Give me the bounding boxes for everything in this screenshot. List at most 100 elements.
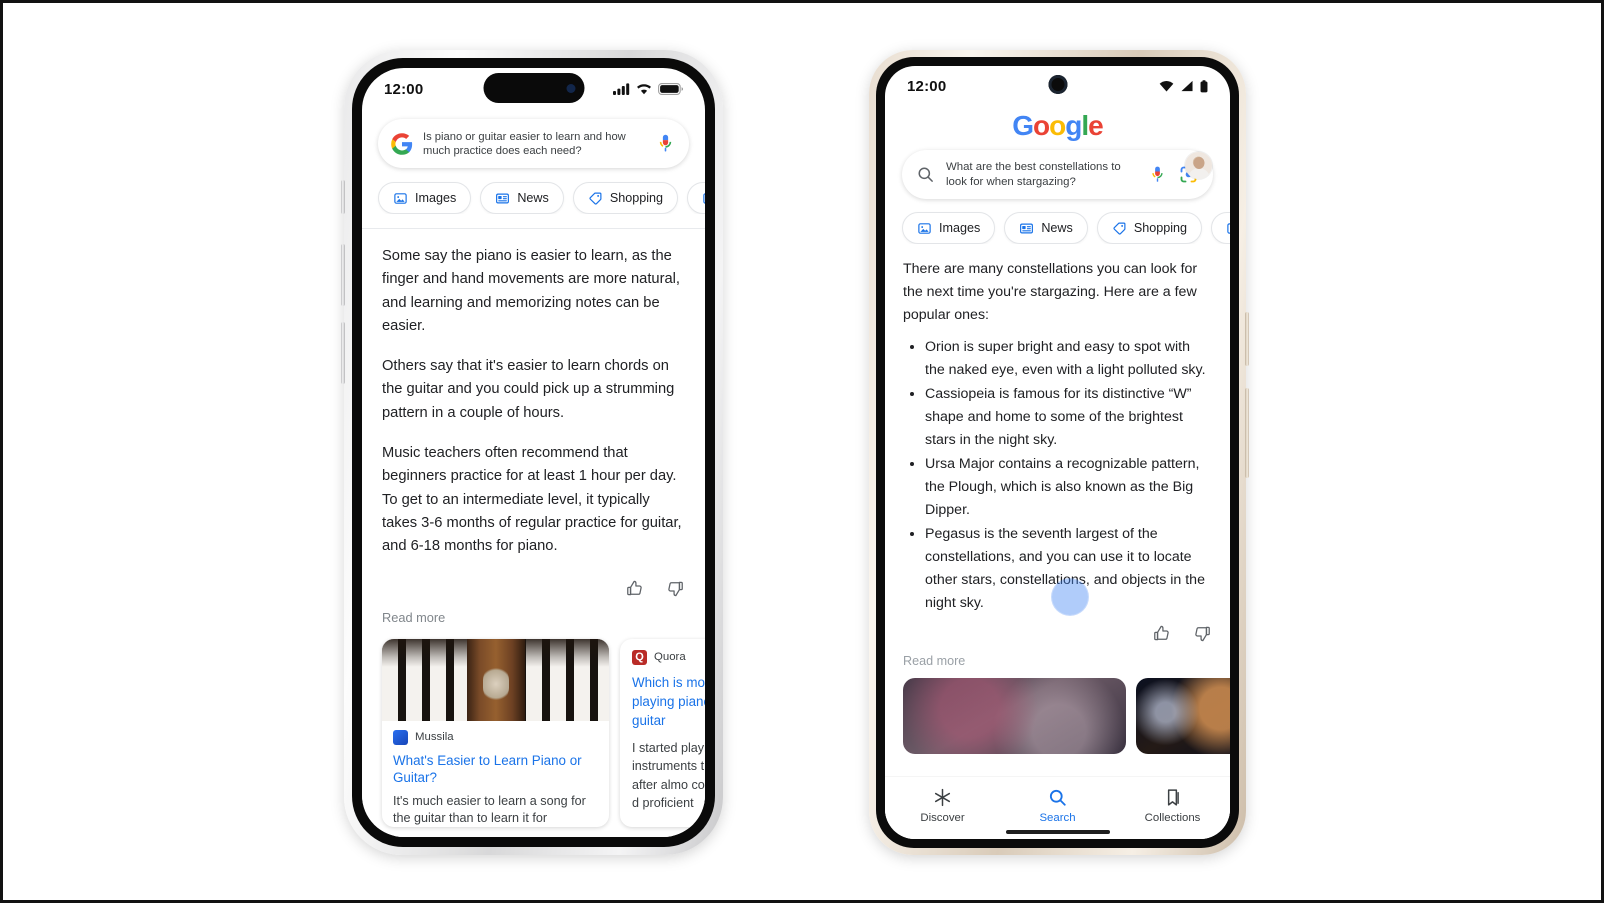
nav-item-discover[interactable]: Discover <box>895 787 991 824</box>
chip-shopping[interactable]: Shopping <box>1096 212 1203 244</box>
iphone-bezel: 12:00 Is piano or guitar easier to learn… <box>352 58 715 847</box>
read-more-link[interactable]: Read more <box>362 598 705 625</box>
thumbs-up-icon[interactable] <box>625 579 644 598</box>
pixel-volume-button[interactable] <box>1245 388 1249 478</box>
google-g-icon <box>391 132 413 155</box>
list-item: Cassiopeia is famous for its distinctive… <box>925 383 1212 452</box>
status-icons <box>1159 79 1208 93</box>
microphone-icon[interactable] <box>1148 165 1167 184</box>
feedback-row[interactable] <box>885 616 1230 643</box>
chip-label: Images <box>415 191 457 205</box>
iphone-volume-up-button[interactable] <box>341 244 345 306</box>
thumbs-down-icon[interactable] <box>666 579 685 598</box>
chip-news[interactable]: News <box>480 182 564 214</box>
feedback-row[interactable] <box>362 576 705 598</box>
card-snippet: It's much easier to learn a song for the… <box>393 793 586 825</box>
card-title[interactable]: Which is more playing piano playing guit… <box>632 665 705 730</box>
card-source-row: Mussila <box>382 721 609 745</box>
quora-favicon: Q <box>632 649 647 665</box>
answer-intro: There are many constellations you can lo… <box>903 261 1198 323</box>
front-camera-icon <box>566 83 575 93</box>
nav-label: Discover <box>920 812 965 824</box>
iphone-app-content: Is piano or guitar easier to learn and h… <box>362 110 705 837</box>
search-bar[interactable]: Is piano or guitar easier to learn and h… <box>378 119 689 168</box>
chip-images[interactable]: Images <box>902 212 996 244</box>
nav-item-search[interactable]: Search <box>1010 787 1106 824</box>
card-snippet: I started playin instruments th now, aft… <box>632 740 705 811</box>
filter-chips-row[interactable]: Images News Shopping <box>885 199 1230 244</box>
logo-letter: e <box>1088 110 1104 141</box>
nav-item-collections[interactable]: Collections <box>1125 787 1221 824</box>
pixel-status-bar: 12:00 <box>885 66 1230 106</box>
result-cards-row <box>885 668 1230 754</box>
chip-label: News <box>517 191 549 205</box>
nav-label: Collections <box>1144 812 1201 824</box>
result-card-quora[interactable]: Q Quora Which is more playing piano play… <box>620 638 705 827</box>
answer-paragraph: Some say the piano is easier to learn, a… <box>382 248 680 334</box>
iphone-status-bar: 12:00 <box>362 68 705 110</box>
cellular-signal-icon <box>1181 80 1193 92</box>
card-source-row: Q Quora <box>632 649 705 665</box>
iphone-silent-switch[interactable] <box>341 180 345 214</box>
google-wordmark: Google <box>885 106 1230 142</box>
guitar-neck-image <box>466 638 525 721</box>
battery-icon <box>658 83 683 95</box>
nav-label: Search <box>1039 812 1076 824</box>
status-icons <box>613 83 683 95</box>
video-icon <box>703 192 705 204</box>
tag-icon <box>589 192 602 205</box>
card-source-name: Mussila <box>415 731 454 744</box>
chip-shopping[interactable]: Shopping <box>572 182 679 214</box>
bookmark-icon <box>1167 789 1179 806</box>
iphone-screen: 12:00 Is piano or guitar easier to learn… <box>362 68 705 837</box>
list-item: Ursa Major contains a recognizable patte… <box>925 453 1212 522</box>
asterisk-icon <box>934 788 951 807</box>
chip-images[interactable]: Images <box>378 182 472 214</box>
chip-label: Shopping <box>609 191 664 205</box>
cellular-signal-icon <box>613 83 630 95</box>
chip-label: Shopping <box>1133 221 1188 235</box>
status-time: 12:00 <box>907 77 947 95</box>
microphone-icon[interactable] <box>655 133 676 154</box>
pixel-screen: 12:00 Google What are the best constella… <box>885 66 1230 839</box>
card-title[interactable]: What's Easier to Learn Piano or Guitar? <box>382 745 609 787</box>
result-card-nebula[interactable] <box>1136 678 1230 754</box>
chip-videos[interactable]: Vide <box>1211 212 1230 244</box>
mussila-favicon <box>393 729 408 745</box>
account-avatar[interactable] <box>1185 152 1212 179</box>
answer-paragraph: Music teachers often recommend that begi… <box>382 445 682 555</box>
news-icon <box>496 193 510 203</box>
video-icon <box>1227 222 1230 234</box>
chip-label: Images <box>939 221 981 235</box>
iphone-volume-down-button[interactable] <box>341 322 345 384</box>
search-query-text: Is piano or guitar easier to learn and h… <box>423 130 626 157</box>
thumbs-up-icon[interactable] <box>1152 624 1171 643</box>
result-cards-row: Mussila What's Easier to Learn Piano or … <box>362 625 705 827</box>
card-thumbnail <box>382 638 609 721</box>
iphone-device: 12:00 Is piano or guitar easier to learn… <box>341 50 723 855</box>
logo-letter: G <box>1012 110 1034 141</box>
logo-letter: o <box>1033 110 1050 141</box>
chip-news[interactable]: News <box>1004 212 1088 244</box>
phones-stage: 12:00 Is piano or guitar easier to learn… <box>3 3 1601 900</box>
filter-chips-row[interactable]: Images News Shopping <box>362 168 705 214</box>
screenshot-frame: 12:00 Is piano or guitar easier to learn… <box>0 0 1604 903</box>
card-source-name: Quora <box>654 651 686 664</box>
read-more-link[interactable]: Read more <box>885 643 1230 668</box>
result-card-mussila[interactable]: Mussila What's Easier to Learn Piano or … <box>382 638 609 827</box>
search-icon <box>1049 789 1066 806</box>
chip-videos[interactable]: Vide <box>687 182 705 214</box>
pixel-app-content: Google What are the best constellations … <box>885 106 1230 839</box>
logo-letter: o <box>1049 110 1066 141</box>
front-camera-icon <box>1048 75 1067 94</box>
news-icon <box>1020 223 1034 233</box>
wifi-icon <box>1159 81 1174 92</box>
gesture-home-bar[interactable] <box>1005 830 1110 834</box>
search-bar[interactable]: What are the best constellations to look… <box>902 150 1213 199</box>
thumbs-down-icon[interactable] <box>1193 624 1212 643</box>
result-card-milky-way[interactable] <box>903 678 1126 754</box>
pixel-power-button[interactable] <box>1245 312 1249 366</box>
wifi-icon <box>637 84 651 95</box>
chip-label: News <box>1041 221 1073 235</box>
bottom-navigation-bar[interactable]: Discover Search Collections <box>885 777 1230 839</box>
